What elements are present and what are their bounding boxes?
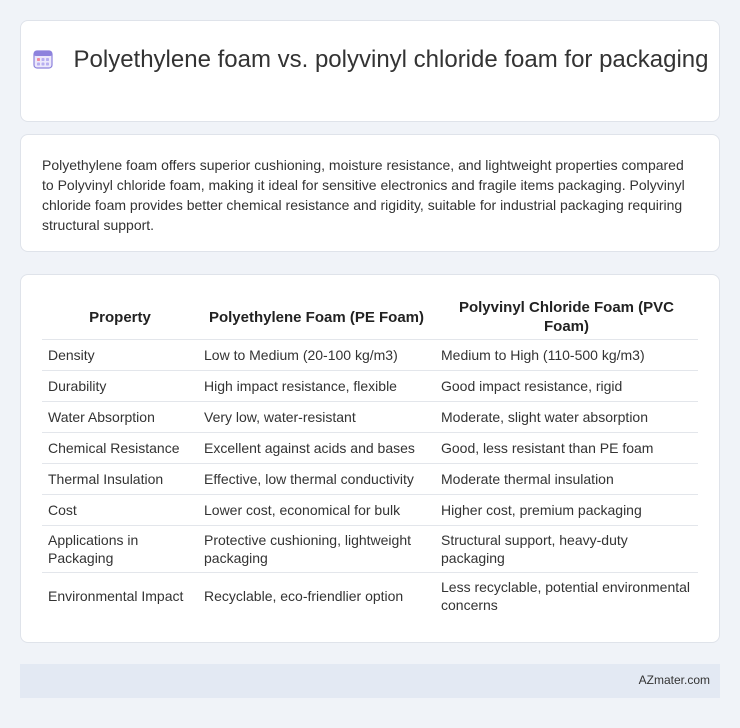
calendar-icon xyxy=(32,48,54,70)
property-cell: Chemical Resistance xyxy=(42,432,198,464)
property-cell: Thermal Insulation xyxy=(42,463,198,495)
property-cell: Density xyxy=(42,339,198,371)
page-title-row: Polyethylene foam vs. polyvinyl chloride… xyxy=(21,45,719,75)
column-header-pe-foam: Polyethylene Foam (PE Foam) xyxy=(208,308,425,326)
summary-card: Polyethylene foam offers superior cushio… xyxy=(20,134,720,252)
pvc-foam-cell: Moderate thermal insulation xyxy=(435,463,698,495)
title-card: Polyethylene foam vs. polyvinyl chloride… xyxy=(20,20,720,122)
column-header-property: Property xyxy=(89,308,151,326)
property-cell: Durability xyxy=(42,370,198,402)
pvc-foam-cell: Moderate, slight water absorption xyxy=(435,401,698,433)
footer-bar: AZmater.com xyxy=(20,664,720,698)
pvc-foam-cell: Medium to High (110-500 kg/m3) xyxy=(435,339,698,371)
pe-foam-cell: Protective cushioning, lightweight packa… xyxy=(198,525,435,573)
pe-foam-cell: Low to Medium (20-100 kg/m3) xyxy=(198,339,435,371)
table-row: Density Low to Medium (20-100 kg/m3) Med… xyxy=(42,339,698,371)
property-cell: Cost xyxy=(42,494,198,526)
table-row: Chemical Resistance Excellent against ac… xyxy=(42,432,698,464)
pvc-foam-cell: Higher cost, premium packaging xyxy=(435,494,698,526)
comparison-table: Property Polyethylene Foam (PE Foam) Pol… xyxy=(42,295,698,619)
pe-foam-cell: Effective, low thermal conductivity xyxy=(198,463,435,495)
pvc-foam-cell: Good impact resistance, rigid xyxy=(435,370,698,402)
page-title: Polyethylene foam vs. polyvinyl chloride… xyxy=(73,46,709,73)
table-row: Cost Lower cost, economical for bulk Hig… xyxy=(42,494,698,526)
pe-foam-cell: Excellent against acids and bases xyxy=(198,432,435,464)
pe-foam-cell: Lower cost, economical for bulk xyxy=(198,494,435,526)
pvc-foam-cell: Good, less resistant than PE foam xyxy=(435,432,698,464)
footer-source-text: AZmater.com xyxy=(638,673,710,687)
table-row: Applications in Packaging Protective cus… xyxy=(42,525,698,573)
pvc-foam-cell: Less recyclable, potential environmental… xyxy=(435,572,698,619)
table-row: Thermal Insulation Effective, low therma… xyxy=(42,463,698,495)
property-cell: Water Absorption xyxy=(42,401,198,433)
comparison-table-card: Property Polyethylene Foam (PE Foam) Pol… xyxy=(20,274,720,643)
pe-foam-cell: Very low, water-resistant xyxy=(198,401,435,433)
column-header-pvc-foam: Polyvinyl Chloride Foam (PVC Foam) xyxy=(458,299,675,335)
pe-foam-cell: High impact resistance, flexible xyxy=(198,370,435,402)
property-cell: Environmental Impact xyxy=(42,572,198,619)
table-row: Water Absorption Very low, water-resista… xyxy=(42,401,698,433)
table-row: Environmental Impact Recyclable, eco-fri… xyxy=(42,572,698,619)
property-cell: Applications in Packaging xyxy=(42,525,198,573)
pvc-foam-cell: Structural support, heavy-duty packaging xyxy=(435,525,698,573)
table-header-row: Property Polyethylene Foam (PE Foam) Pol… xyxy=(42,295,698,340)
pe-foam-cell: Recyclable, eco-friendlier option xyxy=(198,572,435,619)
table-row: Durability High impact resistance, flexi… xyxy=(42,370,698,402)
summary-text: Polyethylene foam offers superior cushio… xyxy=(42,157,685,233)
